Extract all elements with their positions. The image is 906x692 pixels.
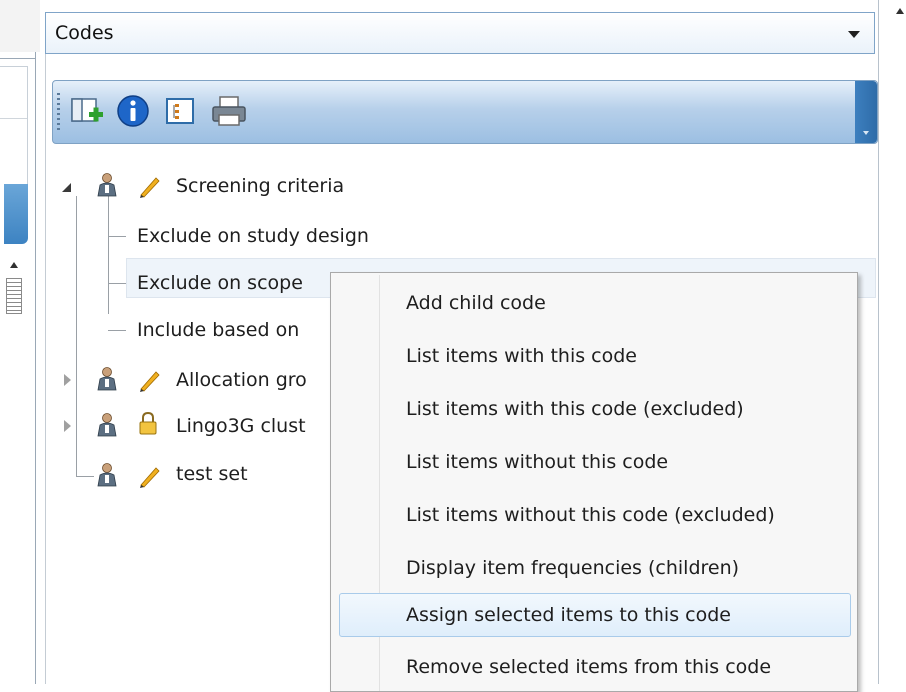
menu-item-list-items-with-code-excluded[interactable]: List items with this code (excluded): [406, 391, 744, 427]
tree-node-exclude-scope[interactable]: Exclude on scope: [137, 265, 303, 301]
tree-view-icon: [166, 98, 194, 124]
tree-node-label: test set: [176, 463, 248, 485]
tree-node-label: Exclude on study design: [137, 225, 369, 247]
codes-dropdown[interactable]: Codes: [45, 12, 875, 54]
menu-item-add-child-code[interactable]: Add child code: [406, 285, 546, 321]
person-icon: [97, 413, 117, 437]
tree-connector: [108, 196, 109, 314]
pencil-icon: [140, 467, 160, 488]
context-menu: Add child code List items with this code…: [330, 272, 858, 692]
person-icon: [97, 367, 117, 391]
tree-node-label: Include based on: [137, 319, 300, 341]
left-panel-inner-line: [0, 66, 28, 67]
scroll-up-arrow-icon[interactable]: [10, 262, 18, 268]
menu-item-display-frequencies[interactable]: Display item frequencies (children): [406, 550, 739, 586]
menu-item-list-items-with-code[interactable]: List items with this code: [406, 338, 637, 374]
tree-node-include-based-on[interactable]: Include based on: [137, 312, 299, 348]
tree-connector: [76, 196, 77, 476]
tree-connector: [76, 476, 94, 477]
toolbar-grip[interactable]: [57, 93, 60, 133]
tree-node-label: Allocation gro: [176, 369, 307, 391]
print-icon: [212, 96, 246, 126]
expand-arrow-icon[interactable]: [64, 420, 71, 432]
print-button[interactable]: [209, 91, 249, 131]
left-panel-toolbar-overflow[interactable]: [4, 184, 28, 244]
tree-node-screening-criteria[interactable]: Screening criteria: [176, 168, 344, 204]
tree-node-lingo3g[interactable]: Lingo3G clust: [176, 408, 306, 444]
expand-arrow-icon[interactable]: [64, 374, 71, 386]
toolbar-overflow-button[interactable]: [855, 81, 877, 143]
tree-node-allocation[interactable]: Allocation gro: [176, 362, 307, 398]
left-panel-edge: [0, 0, 40, 684]
codes-panel-border: [45, 54, 46, 684]
tree-node-label: Lingo3G clust: [176, 415, 306, 437]
tree-node-label: Screening criteria: [176, 175, 345, 197]
person-icon: [97, 463, 117, 487]
pencil-icon: [140, 177, 160, 198]
tree-connector: [108, 330, 126, 331]
tree-node-label: Exclude on scope: [137, 272, 303, 294]
add-code-set-icon: [71, 98, 103, 122]
right-panel-border: [878, 0, 879, 684]
menu-item-remove-selected[interactable]: Remove selected items from this code: [406, 649, 771, 685]
menu-item-list-items-without-code-excluded[interactable]: List items without this code (excluded): [406, 497, 775, 533]
pencil-icon: [140, 371, 160, 392]
left-panel-header: [0, 0, 40, 52]
menu-item-assign-selected[interactable]: Assign selected items to this code: [406, 597, 731, 633]
left-panel-inner-line-v: [27, 66, 28, 184]
collapse-arrow-icon[interactable]: [62, 183, 71, 192]
left-scrollbar-thumb[interactable]: [6, 278, 22, 314]
lock-icon: [139, 411, 157, 435]
codes-dropdown-label: Codes: [55, 22, 114, 44]
codes-toolbar: [52, 80, 878, 144]
tree-connector: [108, 236, 126, 237]
info-button[interactable]: [113, 91, 153, 131]
person-icon: [97, 173, 117, 197]
right-scrollbar-track[interactable]: [878, 0, 906, 684]
left-panel-divider: [0, 58, 36, 59]
add-code-set-button[interactable]: [67, 91, 107, 131]
menu-item-list-items-without-code[interactable]: List items without this code: [406, 444, 668, 480]
tree-node-test-set[interactable]: test set: [176, 456, 248, 492]
chevron-down-icon: [848, 31, 860, 38]
tree-view-button[interactable]: [161, 91, 201, 131]
left-panel-border: [35, 52, 36, 684]
scroll-up-arrow-icon[interactable]: [896, 8, 904, 14]
left-panel-separator: [0, 118, 27, 119]
tree-node-exclude-study-design[interactable]: Exclude on study design: [137, 218, 369, 254]
tree-connector: [108, 283, 126, 284]
info-icon: [117, 95, 149, 127]
